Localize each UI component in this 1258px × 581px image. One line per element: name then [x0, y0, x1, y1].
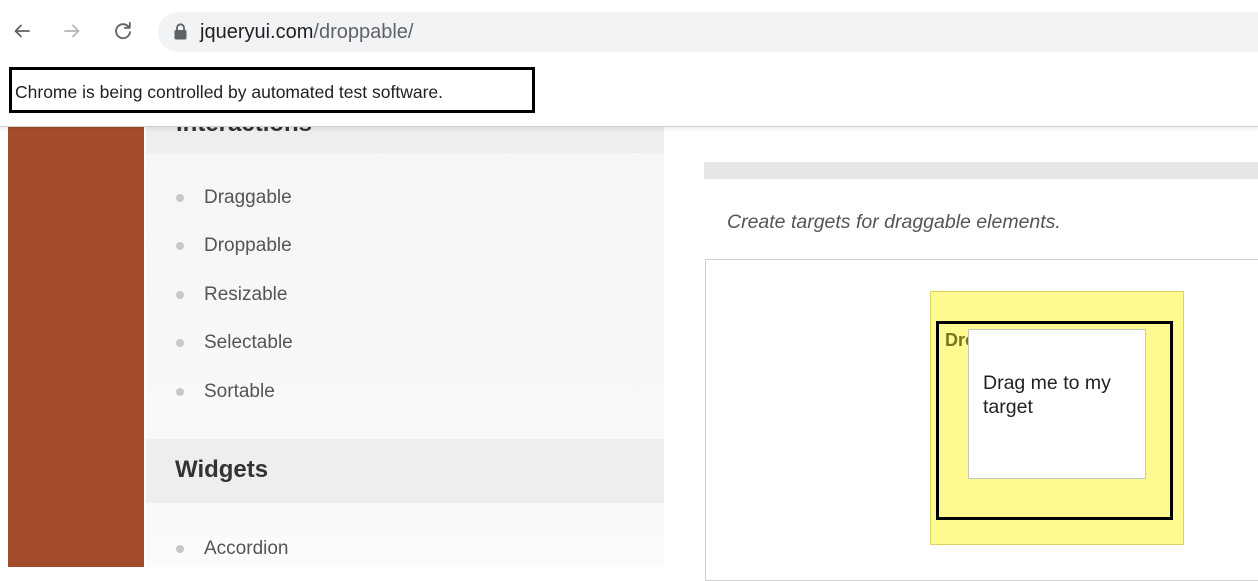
demo-frame: Drop here Drag me to my target — [705, 259, 1258, 581]
draggable-box[interactable]: Drag me to my target — [968, 329, 1146, 479]
reload-icon — [115, 21, 131, 40]
bullet-icon — [176, 388, 184, 396]
sidebar-item-droppable[interactable]: Droppable — [176, 231, 292, 261]
page-subtitle: Create targets for draggable elements. — [727, 211, 1061, 233]
sidebar-item-sortable[interactable]: Sortable — [176, 377, 275, 407]
browser-toolbar: jqueryui.com/droppable/ — [0, 0, 1258, 65]
forward-arrow-icon — [64, 24, 80, 38]
sidebar-item-label: Droppable — [204, 235, 292, 256]
forward-button[interactable] — [58, 17, 86, 45]
url-path: /droppable/ — [313, 21, 414, 43]
sidebar-item-resizable[interactable]: Resizable — [176, 280, 287, 310]
bullet-icon — [176, 545, 184, 553]
sidebar-item-label: Selectable — [204, 332, 293, 353]
sidebar-item-draggable[interactable]: Draggable — [176, 183, 292, 213]
title-divider — [704, 162, 1258, 179]
url-text[interactable]: jqueryui.com/droppable/ — [200, 20, 413, 44]
back-arrow-icon — [14, 24, 30, 38]
draggable-text: Drag me to my target — [983, 372, 1111, 418]
reload-button[interactable] — [109, 17, 137, 45]
sidebar: Interactions Draggable Droppable Resizab… — [146, 101, 664, 567]
sidebar-item-label: Accordion — [204, 538, 289, 559]
sidebar-item-label: Sortable — [204, 381, 275, 402]
bullet-icon — [176, 194, 184, 202]
bullet-icon — [176, 339, 184, 347]
sidebar-item-accordion[interactable]: Accordion — [176, 534, 289, 564]
automation-infobar: Chrome is being controlled by automated … — [0, 64, 1258, 127]
infobar-message: Chrome is being controlled by automated … — [15, 82, 443, 102]
main-content: Droppable Create targets for draggable e… — [664, 79, 1258, 581]
url-domain: jqueryui.com — [200, 21, 314, 43]
address-bar[interactable]: jqueryui.com/droppable/ — [158, 12, 1258, 52]
droppable-target[interactable]: Drop here Drag me to my target — [930, 291, 1184, 545]
lock-icon — [174, 23, 187, 40]
back-button[interactable] — [8, 17, 36, 45]
bullet-icon — [176, 242, 184, 250]
sidebar-item-selectable[interactable]: Selectable — [176, 328, 293, 358]
widgets-heading: Widgets — [146, 439, 664, 503]
sidebar-item-label: Resizable — [204, 284, 288, 305]
infobar-highlight: Chrome is being controlled by automated … — [9, 67, 535, 113]
page-content: Interactions Draggable Droppable Resizab… — [0, 79, 1258, 581]
left-brand-strip — [8, 127, 144, 567]
bullet-icon — [176, 291, 184, 299]
sidebar-item-label: Draggable — [204, 187, 292, 208]
